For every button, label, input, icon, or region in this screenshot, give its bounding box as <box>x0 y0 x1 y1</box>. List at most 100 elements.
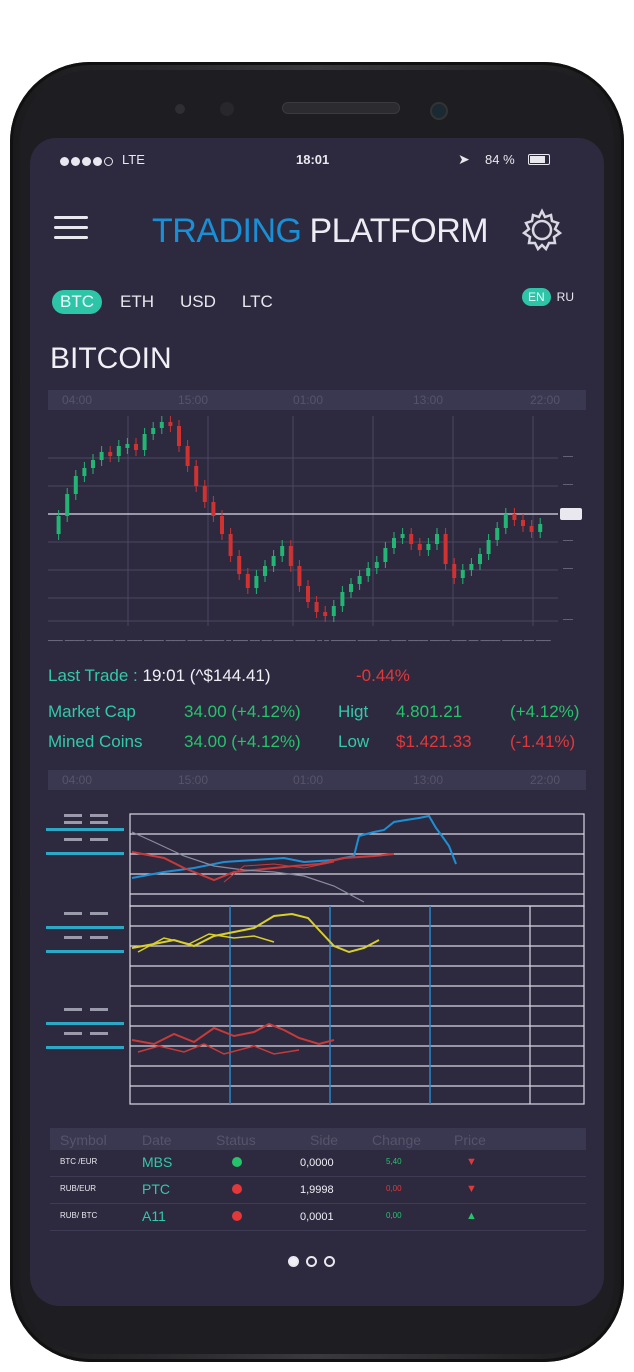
market-cap-value: 34.00 (+4.12%) <box>184 702 301 721</box>
candle <box>134 444 138 450</box>
price-scale: —— —— —— —— —— <box>563 454 573 623</box>
last-trade-value: 19:01 (^$144.41) <box>142 666 271 685</box>
tab-ltc[interactable]: LTC <box>234 290 281 314</box>
language-toggle[interactable]: EN RU <box>521 288 580 306</box>
current-price-marker <box>560 508 582 520</box>
candle <box>194 466 199 486</box>
tab-btc[interactable]: BTC <box>52 290 102 314</box>
last-trade-label: Last Trade : <box>48 666 138 685</box>
candle <box>452 564 457 578</box>
time-label: 04:00 <box>62 773 93 787</box>
candle <box>254 576 259 588</box>
candle <box>280 546 285 556</box>
svg-text:——: —— <box>563 482 573 488</box>
candle <box>202 486 207 502</box>
time-label: 15:00 <box>178 773 209 787</box>
candles <box>56 416 543 622</box>
cell-change: 0,00 <box>386 1211 402 1220</box>
cell-symbol: BTC /EUR <box>60 1157 98 1166</box>
candle <box>469 564 474 570</box>
candle <box>366 568 371 576</box>
signal-icon <box>60 154 115 169</box>
table-header: Symbol Date Status Side Change Price <box>50 1128 586 1150</box>
candle <box>288 546 293 566</box>
candle <box>73 476 78 494</box>
lang-ru[interactable]: RU <box>551 288 580 306</box>
high-label: Higt <box>338 702 369 721</box>
candle <box>99 452 104 460</box>
mined-coins-label: Mined Coins <box>48 732 143 751</box>
page-dot-3[interactable] <box>324 1256 335 1267</box>
app-screen: LTE 18:01 ➤ 84 % TRADING PLATFORM BTC ETH U… <box>30 138 604 1306</box>
carrier-label: LTE <box>122 152 145 167</box>
cell-side: 1,9998 <box>300 1184 334 1196</box>
cell-date: MBS <box>142 1154 173 1170</box>
currency-tabs: BTC ETH USD LTC <box>52 290 291 314</box>
low-change: (-1.41%) <box>510 732 576 751</box>
gear-icon[interactable] <box>520 208 564 252</box>
low-label: Low <box>338 732 370 751</box>
candle <box>374 562 379 568</box>
proximity-sensor-icon <box>220 102 234 116</box>
hamburger-menu-icon[interactable] <box>54 216 88 242</box>
last-trade-change: -0.44% <box>356 666 410 685</box>
table-row[interactable]: RUB/ BTC A11 0,0001 0,00 ▲ <box>50 1204 586 1231</box>
svg-text:——: —— <box>563 538 573 544</box>
time-label: 01:00 <box>293 773 324 787</box>
candle <box>486 540 491 554</box>
candle <box>91 460 95 468</box>
candle <box>306 586 310 602</box>
candlestick-chart[interactable]: —— —— —— —— —— <box>48 416 588 638</box>
cell-side: 0,0001 <box>300 1211 334 1223</box>
lang-en[interactable]: EN <box>521 288 551 306</box>
battery-icon <box>528 154 550 165</box>
candle <box>529 526 534 532</box>
status-dot-red-icon <box>232 1211 242 1221</box>
tab-usd[interactable]: USD <box>172 290 224 314</box>
candle <box>185 446 190 466</box>
app-title-platform: PLATFORM <box>309 212 489 250</box>
candle <box>297 566 302 586</box>
candle <box>435 534 439 544</box>
candle <box>349 584 353 592</box>
page-dot-1[interactable] <box>288 1256 299 1267</box>
tab-eth[interactable]: ETH <box>112 290 162 314</box>
orders-table: Symbol Date Status Side Change Price BTC… <box>50 1128 586 1231</box>
page-indicator[interactable] <box>288 1254 342 1272</box>
time-axis-bottom: 04:00 15:00 01:00 13:00 22:00 <box>48 770 586 790</box>
candle <box>538 524 543 532</box>
sensor-icon <box>175 104 185 114</box>
candle <box>228 534 233 556</box>
candle <box>357 576 362 584</box>
time-axis-top: 04:00 15:00 01:00 13:00 22:00 <box>48 390 586 410</box>
candle <box>323 612 328 616</box>
time-label: 22:00 <box>530 773 561 787</box>
candle <box>503 514 508 528</box>
svg-text:——: —— <box>563 566 573 572</box>
low-value: $1.421.33 <box>396 732 472 751</box>
time-label: 22:00 <box>530 393 561 407</box>
candle <box>211 502 216 516</box>
header-price: Price <box>454 1132 486 1148</box>
candle <box>443 534 448 564</box>
table-row[interactable]: RUB/EUR PTC 1,9998 0,00 ▼ <box>50 1177 586 1204</box>
location-arrow-icon: ➤ <box>458 151 470 167</box>
time-label: 15:00 <box>178 393 209 407</box>
candle <box>383 548 388 562</box>
indicator-dividers <box>229 906 431 1104</box>
time-label: 13:00 <box>413 393 444 407</box>
candle <box>409 534 414 544</box>
high-change: (+4.12%) <box>510 702 580 721</box>
indicator-charts[interactable] <box>44 806 590 1106</box>
cell-date: PTC <box>142 1181 170 1197</box>
candle <box>521 520 525 526</box>
price-down-icon: ▼ <box>466 1156 477 1168</box>
mined-coins-value: 34.00 (+4.12%) <box>184 732 301 751</box>
time-label: 13:00 <box>413 773 444 787</box>
table-row[interactable]: BTC /EUR MBS 0,0000 5,40 ▼ <box>50 1150 586 1177</box>
indicator-legends <box>46 814 124 1049</box>
cell-symbol: RUB/ BTC <box>60 1211 98 1220</box>
price-down-icon: ▼ <box>466 1183 477 1195</box>
page-dot-2[interactable] <box>306 1256 317 1267</box>
status-dot-green-icon <box>232 1157 242 1167</box>
